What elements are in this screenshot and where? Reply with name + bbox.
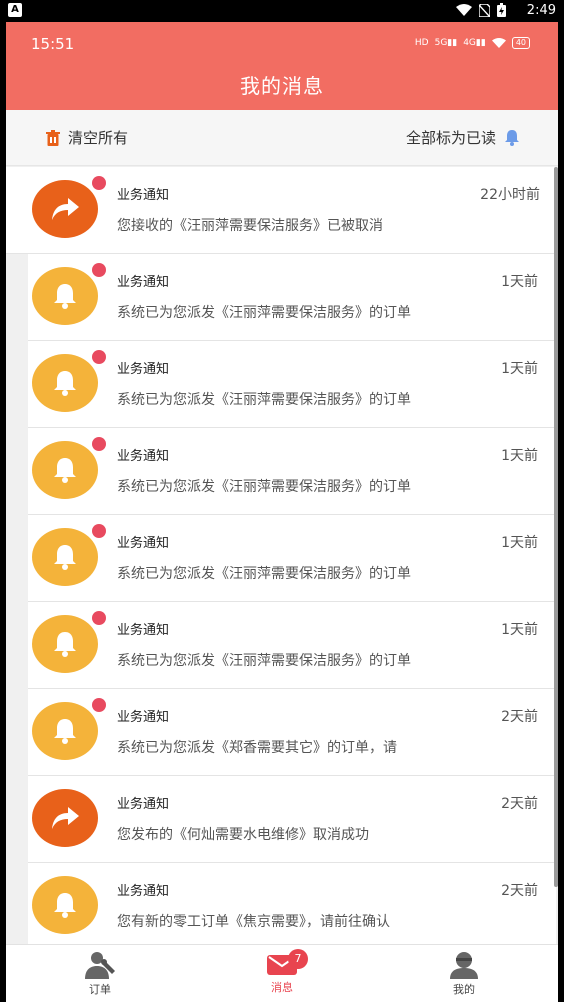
- message-avatar: [32, 441, 98, 499]
- unread-dot: [92, 611, 106, 625]
- app-indicator-icon: A: [8, 3, 22, 17]
- battery-charging-icon: [497, 3, 506, 17]
- message-title: 业务通知: [117, 188, 170, 203]
- message-time: 2天前: [501, 796, 538, 812]
- message-time: 1天前: [501, 622, 538, 638]
- message-avatar: [32, 789, 98, 847]
- message-body: 您发布的《何灿需要水电维修》取消成功: [117, 827, 369, 843]
- message-title: 业务通知: [117, 536, 170, 551]
- clear-all-label: 清空所有: [68, 129, 129, 147]
- message-time: 1天前: [501, 535, 538, 551]
- hd-icon: HD: [414, 38, 429, 48]
- message-time: 2天前: [501, 883, 538, 899]
- message-item[interactable]: 业务通知 2天前系统已为您派发《郑香需要其它》的订单，请: [28, 689, 556, 776]
- message-body: 系统已为您派发《郑香需要其它》的订单，请: [117, 740, 397, 756]
- message-time: 1天前: [501, 361, 538, 377]
- unread-dot: [92, 524, 106, 538]
- message-title: 业务通知: [117, 884, 170, 899]
- tab-orders-label: 订单: [89, 983, 111, 996]
- unread-dot: [92, 263, 106, 277]
- bell-icon: [54, 545, 76, 570]
- tab-messages-label: 消息: [271, 981, 293, 994]
- message-time: 1天前: [501, 448, 538, 464]
- share-arrow-icon: [52, 198, 79, 220]
- unread-dot: [92, 698, 106, 712]
- message-title: 业务通知: [117, 362, 170, 377]
- bell-icon: [54, 632, 76, 657]
- message-item[interactable]: 业务通知 1天前系统已为您派发《汪丽萍需要保洁服务》的订单: [28, 341, 556, 428]
- inner-status-icons: HD 5G▮▮ 4G▮▮ 40: [415, 37, 530, 49]
- message-item[interactable]: 业务通知 1天前系统已为您派发《汪丽萍需要保洁服务》的订单: [28, 254, 556, 341]
- bell-icon: [54, 893, 76, 918]
- bottom-tab-bar: 订单 7 消息 我的: [6, 944, 558, 1002]
- bell-icon: [54, 284, 76, 309]
- message-body: 系统已为您派发《汪丽萍需要保洁服务》的订单: [117, 566, 411, 582]
- mark-all-read-label: 全部标为已读: [405, 129, 496, 147]
- inner-battery-icon: 40: [511, 37, 530, 49]
- unread-dot: [92, 350, 106, 364]
- wifi-icon: [456, 4, 472, 16]
- message-item[interactable]: 业务通知 22小时前您接收的《汪丽萍需要保洁服务》已被取消: [6, 167, 558, 254]
- message-avatar: [32, 876, 98, 934]
- profile-icon: [450, 952, 478, 979]
- bell-icon: [54, 371, 76, 396]
- message-title: 业务通知: [117, 797, 170, 812]
- mark-all-read-button[interactable]: 全部标为已读: [406, 127, 520, 148]
- message-time: 1天前: [501, 274, 538, 290]
- system-status-icons: [456, 3, 506, 17]
- message-item[interactable]: 业务通知 2天前您发布的《何灿需要水电维修》取消成功: [28, 776, 556, 863]
- tab-profile-label: 我的: [453, 983, 475, 996]
- message-title: 业务通知: [117, 623, 170, 638]
- message-item[interactable]: 业务通知 1天前系统已为您派发《汪丽萍需要保洁服务》的订单: [28, 602, 556, 689]
- message-toolbar: 清空所有 全部标为已读: [6, 110, 558, 166]
- inner-clock: 15:51: [31, 35, 75, 53]
- message-time: 2天前: [501, 709, 538, 725]
- message-title: 业务通知: [117, 275, 170, 290]
- message-count-badge: 7: [288, 949, 308, 969]
- message-avatar: [32, 180, 98, 238]
- message-body: 系统已为您派发《汪丽萍需要保洁服务》的订单: [117, 305, 411, 321]
- bell-icon: [54, 719, 76, 744]
- message-title: 业务通知: [117, 710, 170, 725]
- message-body: 系统已为您派发《汪丽萍需要保洁服务》的订单: [117, 653, 411, 669]
- message-item[interactable]: 业务通知 1天前系统已为您派发《汪丽萍需要保洁服务》的订单: [28, 428, 556, 515]
- message-body: 您有新的零工订单《焦京需要》，请前往确认: [117, 914, 390, 930]
- tab-profile[interactable]: 我的: [424, 951, 504, 997]
- scrollbar[interactable]: [554, 167, 558, 887]
- page-title: 我的消息: [240, 74, 324, 98]
- bell-icon: [54, 458, 76, 483]
- tab-messages[interactable]: 7 消息: [242, 949, 322, 995]
- message-body: 您接收的《汪丽萍需要保洁服务》已被取消: [117, 218, 383, 234]
- share-arrow-icon: [52, 807, 79, 829]
- bell-icon: [505, 130, 519, 146]
- message-avatar: [32, 702, 98, 760]
- message-body: 系统已为您派发《汪丽萍需要保洁服务》的订单: [117, 479, 411, 495]
- message-title: 业务通知: [117, 449, 170, 464]
- system-status-bar: A 2:49: [0, 0, 564, 22]
- message-item[interactable]: 业务通知 1天前系统已为您派发《汪丽萍需要保洁服务》的订单: [28, 515, 556, 602]
- message-avatar: [32, 354, 98, 412]
- message-list: 业务通知 22小时前 您接收的《汪丽萍需要保洁服务》已被取消 业务通知 1天前 系统已为您…: [6, 167, 558, 950]
- app-header: 15:51 HD 5G▮▮ 4G▮▮ 40 我的消息: [6, 22, 558, 110]
- tab-orders[interactable]: 订单: [60, 951, 140, 997]
- message-body: 系统已为您派发《汪丽萍需要保洁服务》的订单: [117, 392, 411, 408]
- system-clock: 2:49: [526, 3, 556, 18]
- message-time: 22小时前: [480, 187, 540, 203]
- no-sim-icon: [479, 3, 490, 17]
- message-avatar: [32, 615, 98, 673]
- message-avatar: [32, 267, 98, 325]
- signal-5g-icon: 5G▮▮: [434, 38, 458, 48]
- message-item[interactable]: 业务通知 2天前您有新的零工订单《焦京需要》，请前往确认: [28, 863, 556, 950]
- inner-wifi-icon: [491, 38, 506, 48]
- signal-4g-icon: 4G▮▮: [463, 38, 486, 48]
- message-avatar: [32, 528, 98, 586]
- app-screen: 15:51 HD 5G▮▮ 4G▮▮ 40 我的消息 清空所有 全部标为已读 业…: [6, 22, 558, 1002]
- worker-icon: [85, 952, 115, 979]
- trash-icon: [46, 129, 60, 146]
- unread-dot: [92, 437, 106, 451]
- clear-all-button[interactable]: 清空所有: [46, 127, 128, 148]
- unread-dot: [92, 176, 106, 190]
